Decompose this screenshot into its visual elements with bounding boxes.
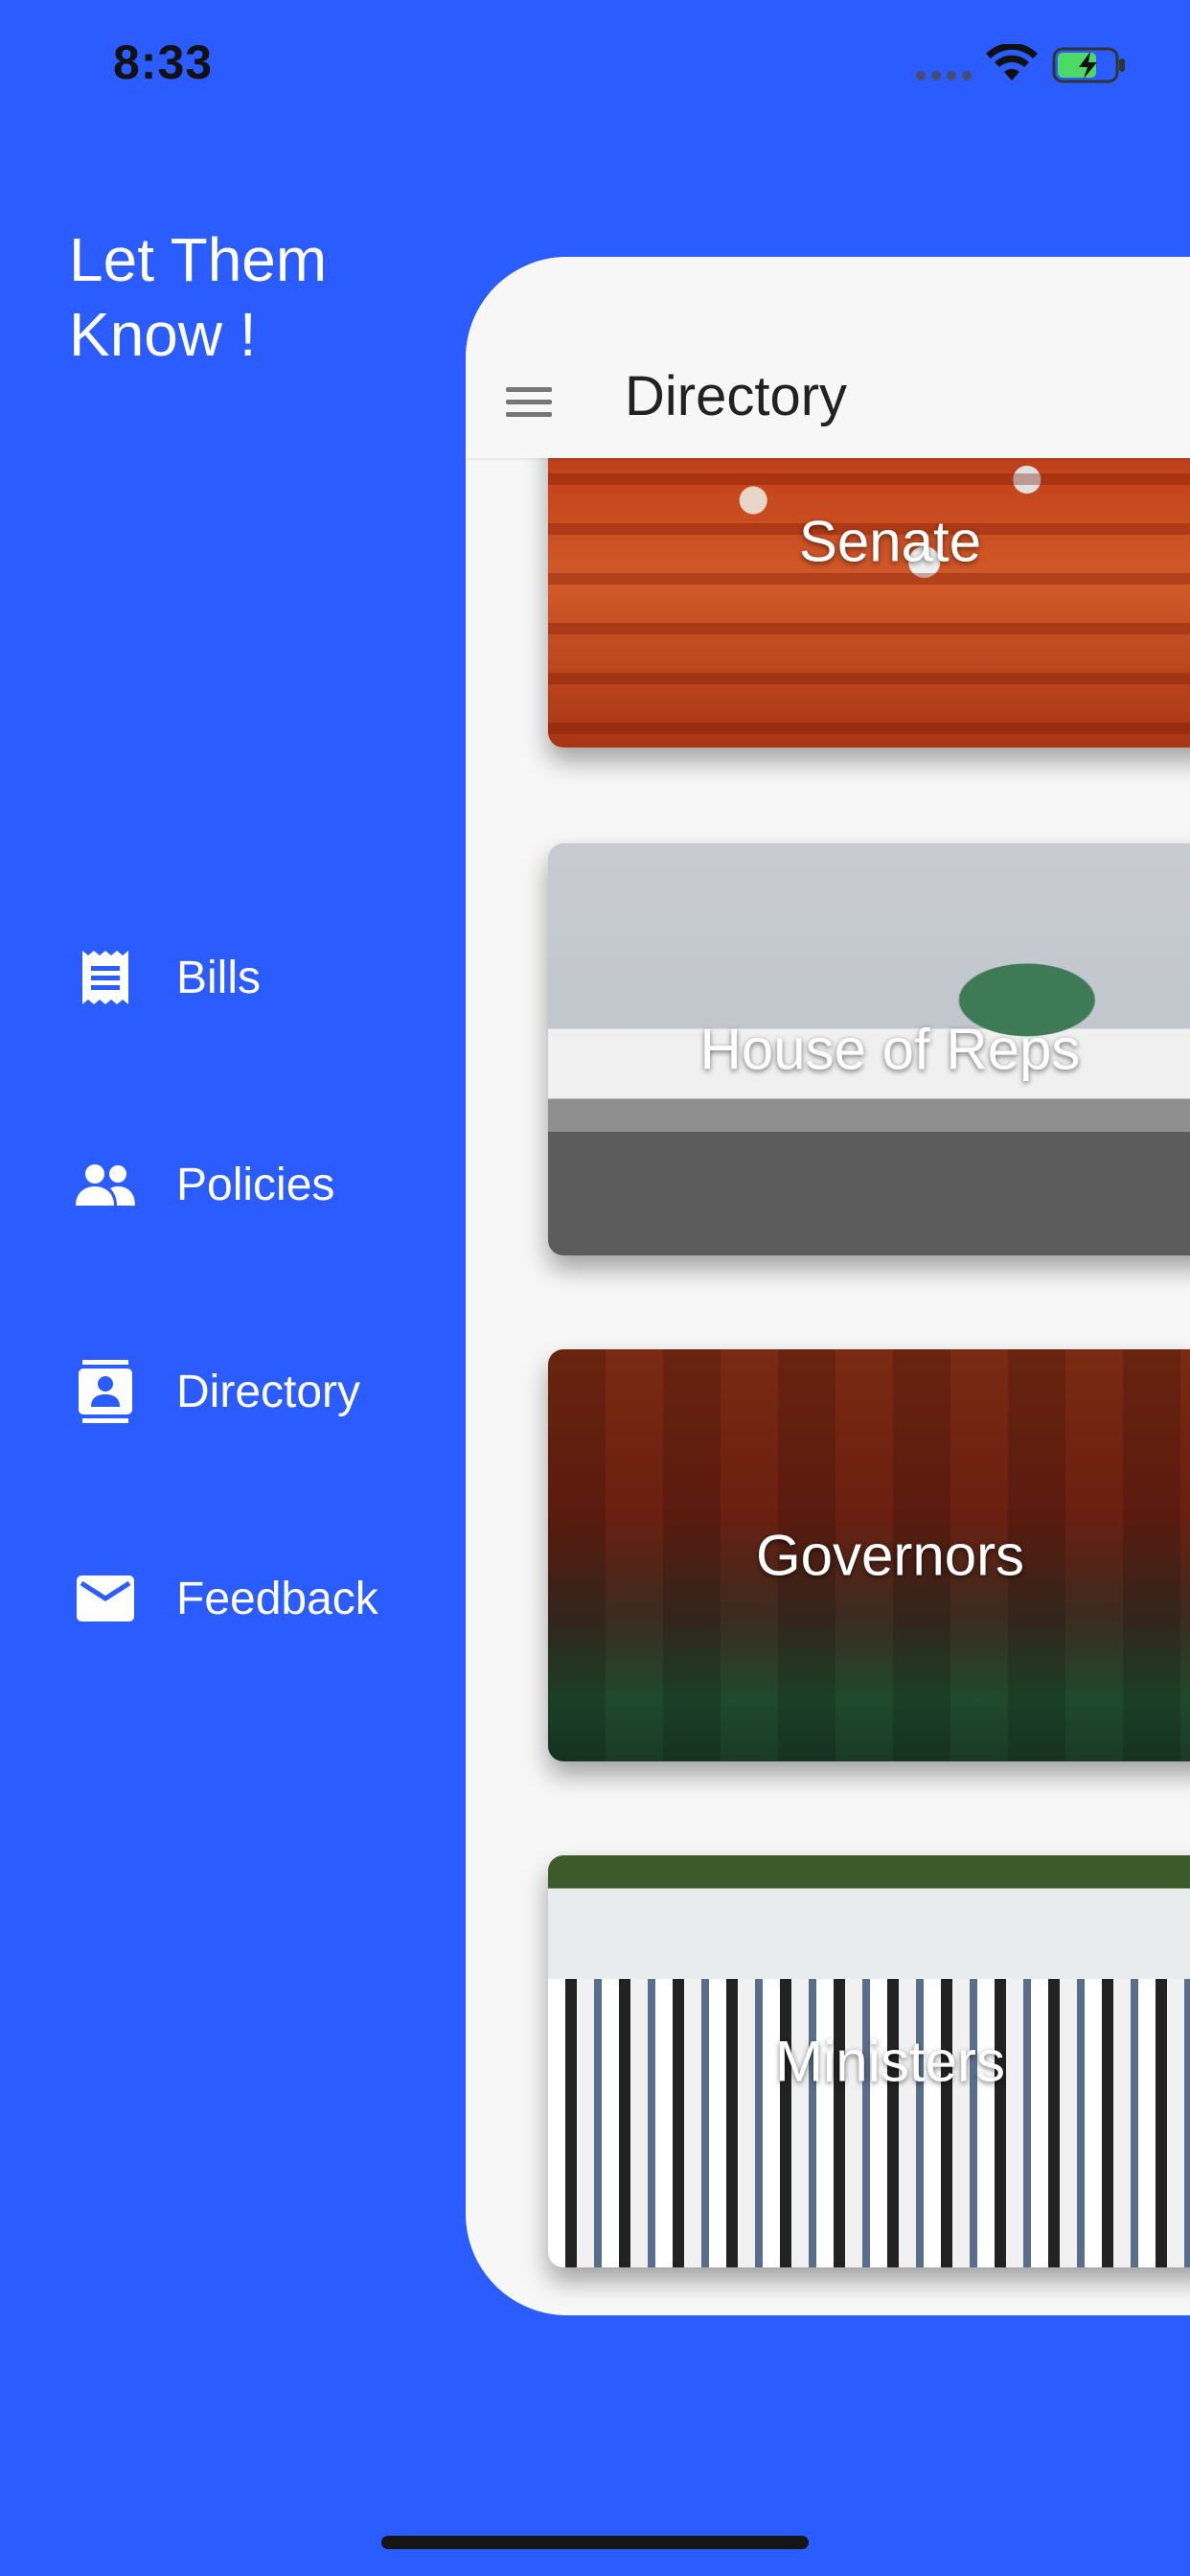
status-time: 8:33 (113, 35, 214, 89)
main-content-panel[interactable]: Directory Senate House of Reps Governors… (466, 257, 1190, 2315)
card-house-of-reps[interactable]: House of Reps (548, 843, 1190, 1255)
drawer-item-label: Policies (176, 1159, 335, 1210)
app-title: Let Them Know ! (69, 225, 328, 369)
drawer-item-label: Directory (176, 1366, 361, 1417)
card-ministers[interactable]: Ministers (548, 1855, 1190, 2267)
card-label: House of Reps (699, 1017, 1081, 1082)
battery-charging-icon (1052, 47, 1125, 83)
status-bar: 8:33 (0, 0, 1190, 126)
contacts-icon (69, 1355, 142, 1428)
drawer-item-directory[interactable]: Directory (69, 1353, 452, 1430)
drawer-item-policies[interactable]: Policies (69, 1146, 452, 1223)
hamburger-icon[interactable] (506, 387, 552, 418)
drawer-item-label: Feedback (176, 1573, 378, 1624)
card-label: Senate (798, 509, 982, 574)
card-governors[interactable]: Governors (548, 1349, 1190, 1761)
card-label: Ministers (774, 2029, 1006, 2094)
people-icon (69, 1148, 142, 1221)
wifi-icon (986, 44, 1038, 80)
drawer-item-bills[interactable]: Bills (69, 939, 452, 1016)
receipt-icon (69, 941, 142, 1014)
cellular-signal-icon (916, 71, 972, 80)
page-title: Directory (625, 365, 848, 427)
mail-icon (69, 1562, 142, 1635)
app-bar: Directory (466, 257, 1190, 458)
drawer-item-feedback[interactable]: Feedback (69, 1560, 452, 1637)
drawer-item-label: Bills (176, 952, 262, 1003)
home-indicator[interactable] (381, 2536, 809, 2549)
card-label: Governors (755, 1523, 1025, 1588)
